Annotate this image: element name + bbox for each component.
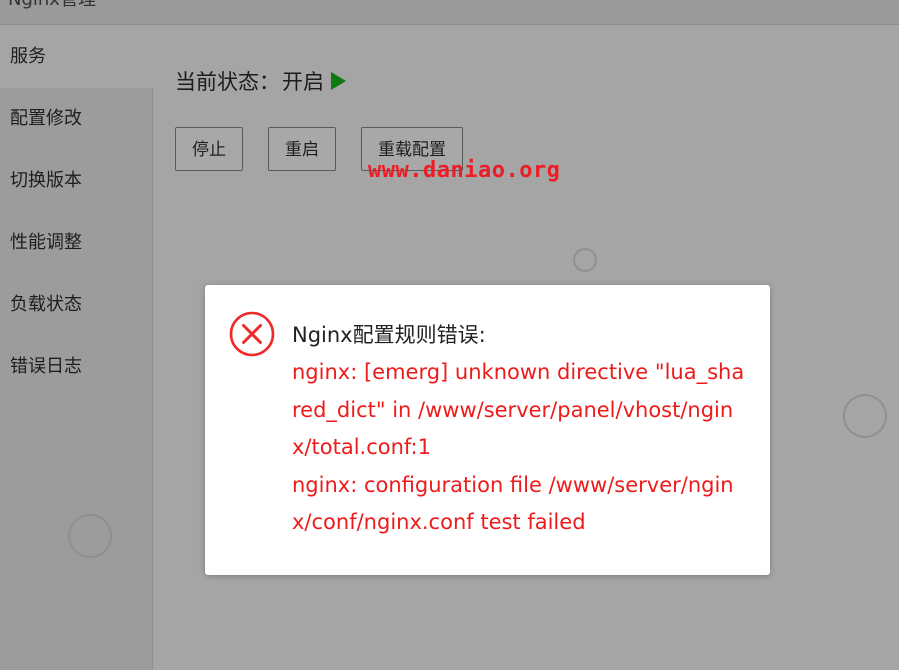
background-circle-icon (843, 394, 887, 438)
sidebar-item-performance[interactable]: 性能调整 (0, 212, 152, 274)
window-title: Nginx管理 (0, 0, 899, 25)
error-dialog: Nginx配置规则错误: nginx: [emerg] unknown dire… (205, 285, 770, 575)
sidebar-item-service[interactable]: 服务 (0, 26, 153, 88)
background-logo-icon (68, 514, 112, 558)
sidebar: 服务 配置修改 切换版本 性能调整 负载状态 错误日志 (0, 26, 153, 670)
app-window: Nginx管理 服务 配置修改 切换版本 性能调整 负载状态 错误日志 当前状态… (0, 0, 899, 670)
play-icon (331, 72, 346, 90)
stop-button[interactable]: 停止 (175, 127, 243, 171)
sidebar-item-load-status[interactable]: 负载状态 (0, 274, 152, 336)
error-message-line: nginx: configuration file /www/server/ng… (292, 472, 734, 535)
error-circle-x-icon (229, 311, 275, 357)
background-circle-icon (573, 248, 597, 272)
sidebar-item-version[interactable]: 切换版本 (0, 150, 152, 212)
watermark: www.daniao.org (368, 158, 561, 183)
sidebar-item-error-log[interactable]: 错误日志 (0, 336, 152, 398)
restart-button[interactable]: 重启 (268, 127, 336, 171)
status-value: 开启 (282, 70, 324, 94)
dialog-body: Nginx配置规则错误: nginx: [emerg] unknown dire… (292, 317, 752, 542)
sidebar-item-config[interactable]: 配置修改 (0, 88, 152, 150)
dialog-title: Nginx配置规则错误: (292, 323, 486, 347)
error-message-line: nginx: [emerg] unknown directive "lua_sh… (292, 360, 745, 459)
status-label: 当前状态： (175, 70, 280, 94)
service-status: 当前状态： 开启 (175, 66, 346, 96)
